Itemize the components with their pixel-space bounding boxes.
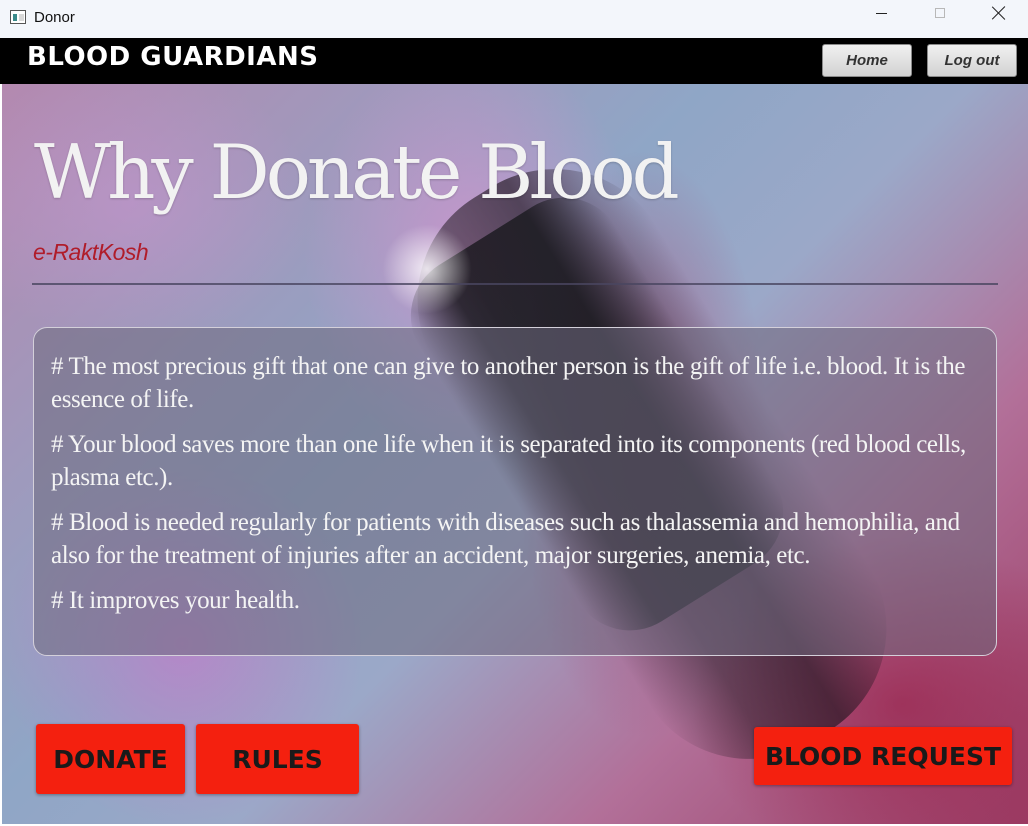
background-glow	[382, 224, 472, 314]
minimize-icon	[875, 12, 887, 14]
page-subtitle: e-RaktKosh	[33, 239, 149, 265]
info-point: # Your blood saves more than one life wh…	[51, 431, 966, 491]
app-window-icon	[10, 10, 26, 24]
donate-button[interactable]: DONATE	[36, 724, 185, 794]
maximize-button[interactable]	[917, 0, 963, 38]
info-point: # The most precious gift that one can gi…	[51, 353, 966, 413]
close-button[interactable]	[976, 0, 1022, 38]
rules-button[interactable]: RULES	[196, 724, 359, 794]
info-point: # It improves your health.	[51, 587, 300, 614]
donor-window: Donor BLOOD GUARDIANS Home Log out Why D…	[0, 0, 1028, 826]
window-title: Donor	[34, 9, 75, 26]
info-point: # Blood is needed regularly for patients…	[51, 509, 960, 569]
minimize-button[interactable]	[858, 0, 904, 38]
brand-title: BLOOD GUARDIANS	[27, 42, 319, 72]
page-title: Why Donate Blood	[34, 128, 680, 216]
window-titlebar[interactable]: Donor	[0, 0, 1028, 38]
app-header: BLOOD GUARDIANS Home Log out	[0, 38, 1028, 84]
maximize-icon	[935, 8, 945, 18]
close-icon	[992, 6, 1006, 20]
home-button[interactable]: Home	[822, 44, 912, 77]
content-area: Why Donate Blood e-RaktKosh # The most p…	[2, 84, 1028, 824]
info-panel: # The most precious gift that one can gi…	[33, 327, 997, 656]
logout-button[interactable]: Log out	[927, 44, 1017, 77]
blood-request-button[interactable]: BLOOD REQUEST	[754, 727, 1012, 785]
heading-divider	[32, 283, 998, 285]
